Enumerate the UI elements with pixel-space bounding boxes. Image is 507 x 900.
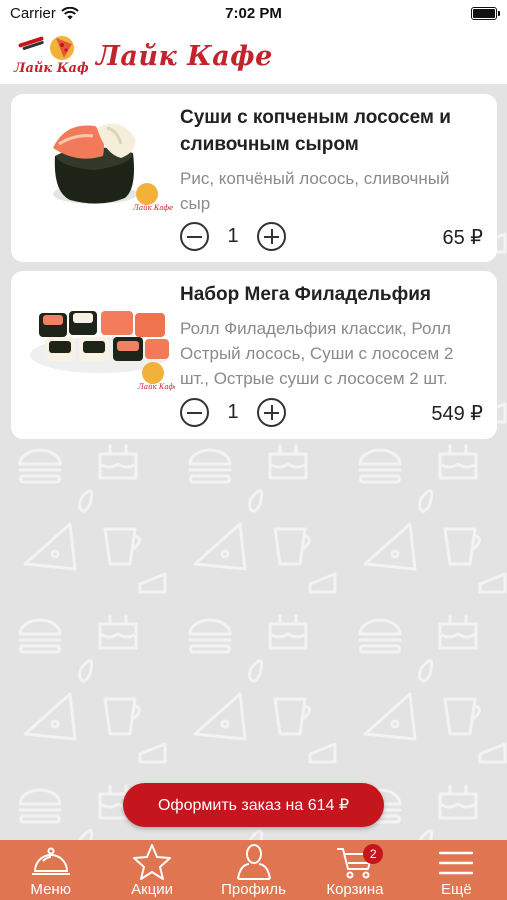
- quantity-value: 1: [227, 401, 239, 423]
- tab-menu[interactable]: Меню: [0, 840, 101, 900]
- cart-item-card[interactable]: Лайк Кафе Суши с копченым лососем и слив…: [11, 94, 497, 262]
- increase-quantity-button[interactable]: [257, 222, 286, 251]
- tab-label: Акции: [131, 881, 174, 898]
- app-header: Лайк Кафе Лайк Кафе: [0, 28, 507, 84]
- cart-item-card[interactable]: Лайк Кафе Набор Мега Филадельфия Ролл Фи…: [11, 271, 497, 439]
- tab-promotions[interactable]: Акции: [101, 840, 202, 900]
- tab-label: Корзина: [326, 881, 384, 898]
- tab-label: Профиль: [221, 881, 286, 898]
- decrease-quantity-button[interactable]: [180, 222, 209, 251]
- product-description: Рис, копчёный лосось, сливочный сыр: [180, 169, 450, 213]
- svg-text:Лайк Кафе: Лайк Кафе: [137, 383, 175, 391]
- quantity-stepper: 1: [180, 222, 286, 251]
- increase-quantity-button[interactable]: [257, 398, 286, 427]
- cart-count-badge: 2: [363, 844, 384, 864]
- item-price: 549 ₽: [431, 403, 483, 425]
- tab-cart[interactable]: 2 Корзина: [304, 840, 405, 900]
- product-title: Суши с копченым лососем и сливочным сыро…: [180, 107, 451, 155]
- status-bar: Carrier 7:02 PM: [0, 0, 507, 28]
- svg-text:Лайк Кафе: Лайк Кафе: [13, 61, 88, 76]
- tab-more[interactable]: Ещё: [406, 840, 507, 900]
- product-image: Лайк Кафе: [25, 285, 178, 395]
- quantity-value: 1: [227, 225, 239, 247]
- cloche-icon: [31, 847, 70, 875]
- tab-profile[interactable]: Профиль: [203, 840, 304, 900]
- decrease-quantity-button[interactable]: [180, 398, 209, 427]
- tab-label: Меню: [30, 881, 71, 898]
- product-title: Набор Мега Филадельфия: [180, 284, 431, 305]
- svg-text:Лайк Кафе: Лайк Кафе: [132, 204, 173, 212]
- battery-icon: [471, 7, 500, 20]
- brand-title: Лайк Кафе: [96, 40, 273, 72]
- checkout-button[interactable]: Оформить заказ на 614 ₽: [123, 783, 384, 827]
- clock: 7:02 PM: [225, 5, 282, 22]
- cart-content: Лайк Кафе Суши с копченым лососем и слив…: [0, 84, 507, 840]
- item-price: 65 ₽: [442, 227, 483, 249]
- star-icon: [133, 844, 172, 880]
- quantity-stepper: 1: [180, 398, 286, 427]
- person-icon: [236, 844, 271, 880]
- product-image: Лайк Кафе: [25, 108, 175, 218]
- logo[interactable]: Лайк Кафе: [12, 34, 97, 78]
- tab-label: Ещё: [440, 881, 472, 898]
- tab-bar: Меню Акции Профиль 2 Корзина Ещё: [0, 840, 507, 900]
- product-description: Ролл Филадельфия классик, Ролл Острый ло…: [180, 319, 454, 388]
- menu-icon: [439, 851, 474, 875]
